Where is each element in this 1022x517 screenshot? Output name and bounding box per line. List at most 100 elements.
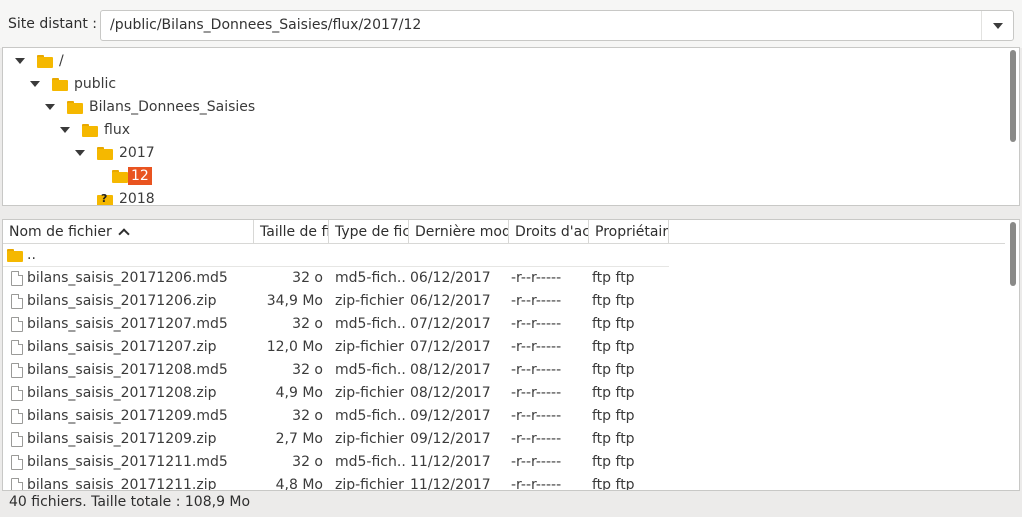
file-name: bilans_saisis_20171207.md5 [27,316,228,332]
file-name: bilans_saisis_20171206.zip [27,293,217,309]
remote-directory-tree[interactable]: / public Bilans_Donnees_Saisies flux 201… [2,47,1020,206]
status-bar: 40 fichiers. Taille totale : 108,9 Mo [0,491,1022,517]
file-type: md5-fich... [335,362,407,378]
expand-arrow-icon[interactable] [15,58,25,64]
file-name: bilans_saisis_20171207.zip [27,339,217,355]
sort-ascending-icon [118,228,130,240]
tree-item-2018[interactable]: ? 2018 [97,188,155,205]
file-permissions: -r--r----- [511,477,562,491]
file-size: 4,9 Mo [275,385,323,401]
tree-item-root[interactable]: / [15,50,64,72]
tree-item-flux[interactable]: flux [60,119,130,141]
file-icon [11,340,23,355]
tree-item-public[interactable]: public [30,73,116,95]
expand-arrow-icon[interactable] [75,150,85,156]
file-owner: ftp ftp [592,316,635,332]
expand-arrow-icon[interactable] [30,81,40,87]
file-type: md5-fich... [335,270,407,286]
file-row[interactable]: bilans_saisis_20171211.md5 32 o md5-fich..… [3,451,1005,474]
column-header-label: Nom de fichier [9,224,112,240]
file-owner: ftp ftp [592,339,635,355]
tree-item-2017[interactable]: 2017 [75,142,155,164]
file-size: 32 o [292,454,323,470]
column-header-filename[interactable]: Nom de fichier [3,220,254,244]
column-header-type[interactable]: Type de fic [329,220,409,244]
file-name: bilans_saisis_20171211.md5 [27,454,228,470]
file-modified: 09/12/2017 [410,431,491,447]
column-header-size[interactable]: Taille de fi [254,220,329,244]
file-owner: ftp ftp [592,477,635,491]
file-row[interactable]: bilans_saisis_20171209.md5 32 o md5-fich..… [3,405,1005,428]
folder-icon [7,249,23,262]
file-row[interactable]: bilans_saisis_20171208.md5 32 o md5-fich..… [3,359,1005,382]
file-permissions: -r--r----- [511,316,562,332]
file-owner: ftp ftp [592,431,635,447]
file-permissions: -r--r----- [511,454,562,470]
file-row[interactable]: bilans_saisis_20171207.zip 12,0 Mo zip-fic… [3,336,1005,359]
file-size: 4,8 Mo [275,477,323,491]
status-text: 40 fichiers. Taille totale : 108,9 Mo [9,494,251,510]
expand-arrow-icon[interactable] [60,127,70,133]
file-modified: 08/12/2017 [410,385,491,401]
file-name: bilans_saisis_20171206.md5 [27,270,228,286]
file-type: zip-fichier [335,293,404,309]
file-type: md5-fich... [335,316,407,332]
file-permissions: -r--r----- [511,339,562,355]
file-row[interactable]: bilans_saisis_20171208.zip 4,9 Mo zip-fich… [3,382,1005,405]
file-name: bilans_saisis_20171208.md5 [27,362,228,378]
file-size: 34,9 Mo [266,293,323,309]
remote-path-input[interactable]: /public/Bilans_Donnees_Saisies/flux/2017… [110,17,421,33]
scrollbar-thumb[interactable] [1010,50,1016,142]
remote-site-label: Site distant : [8,16,97,32]
file-size: 12,0 Mo [266,339,323,355]
file-size: 32 o [292,270,323,286]
file-modified: 06/12/2017 [410,270,491,286]
folder-icon [52,77,68,91]
column-header-label: Type de fic [335,224,409,240]
file-row[interactable]: bilans_saisis_20171206.zip 34,9 Mo zip-fic… [3,290,1005,313]
parent-directory-label: .. [27,247,36,263]
parent-directory-row[interactable]: .. [3,244,669,267]
tree-item-label-selected: 12 [128,167,152,185]
column-header-permissions[interactable]: Droits d'ac [509,220,589,244]
file-modified: 08/12/2017 [410,362,491,378]
file-type: zip-fichier [335,431,404,447]
file-size: 32 o [292,362,323,378]
scrollbar-thumb[interactable] [1010,222,1016,286]
file-permissions: -r--r----- [511,362,562,378]
file-row[interactable]: bilans_saisis_20171206.md5 32 o md5-fich..… [3,267,1005,290]
tree-item-label: / [59,53,64,69]
column-header-owner[interactable]: Propriétair [589,220,669,244]
file-size: 2,7 Mo [275,431,323,447]
file-row[interactable]: bilans_saisis_20171207.md5 32 o md5-fich..… [3,313,1005,336]
remote-file-list[interactable]: Nom de fichier Taille de fi Type de fic … [2,219,1020,491]
file-icon [11,386,23,401]
file-modified: 06/12/2017 [410,293,491,309]
file-owner: ftp ftp [592,408,635,424]
file-icon [11,432,23,447]
folder-icon [112,169,128,183]
file-modified: 07/12/2017 [410,339,491,355]
file-owner: ftp ftp [592,385,635,401]
remote-path-combobox[interactable]: /public/Bilans_Donnees_Saisies/flux/2017… [100,10,1014,41]
file-modified: 11/12/2017 [410,454,491,470]
file-size: 32 o [292,408,323,424]
file-row[interactable]: bilans_saisis_20171209.zip 2,7 Mo zip-fich… [3,428,1005,451]
file-list-scrollbar[interactable] [1007,222,1019,488]
path-dropdown-button[interactable] [981,11,1013,40]
tree-scrollbar[interactable] [1007,50,1019,203]
file-size: 32 o [292,316,323,332]
expand-arrow-icon[interactable] [45,104,55,110]
file-permissions: -r--r----- [511,270,562,286]
column-header-modified[interactable]: Dernière mod [409,220,509,244]
file-type: md5-fich... [335,408,407,424]
column-header-label: Droits d'ac [515,224,589,240]
tree-item-12[interactable]: 12 [112,165,152,187]
tree-item-bilans-donnees-saisies[interactable]: Bilans_Donnees_Saisies [45,96,255,118]
file-permissions: -r--r----- [511,408,562,424]
file-owner: ftp ftp [592,362,635,378]
file-type: md5-fich... [335,454,407,470]
file-name: bilans_saisis_20171208.zip [27,385,217,401]
file-row[interactable]: bilans_saisis_20171211.zip 4,8 Mo zip-fich… [3,474,1005,491]
folder-icon [37,54,53,68]
